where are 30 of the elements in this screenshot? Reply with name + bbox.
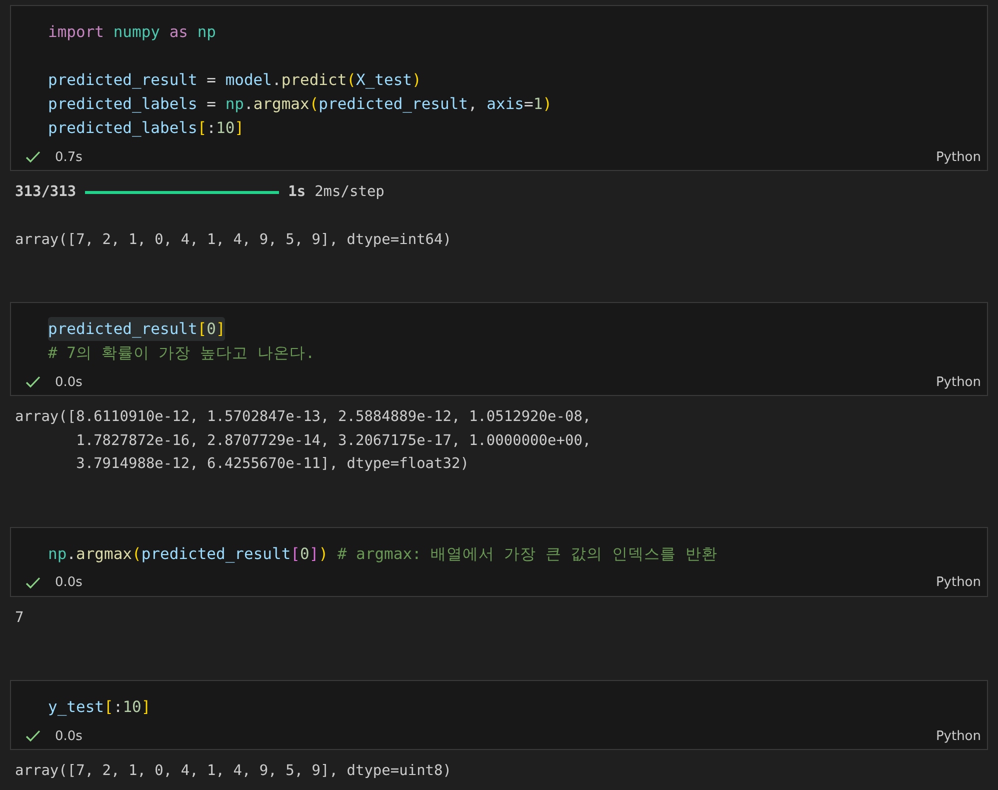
code-line: # 7의 확률이 가장 높다고 나온다.: [48, 343, 315, 364]
language-label[interactable]: Python: [936, 150, 981, 164]
elapsed-time: 1s: [288, 183, 306, 202]
language-label[interactable]: Python: [936, 374, 981, 390]
code-line: predicted_labels[:10]: [48, 118, 244, 139]
execution-time: 0.0s: [55, 728, 84, 744]
checkmark-icon: [25, 375, 41, 389]
code-line: y_test[:10]: [48, 697, 151, 718]
output-text: 7: [15, 608, 24, 628]
checkmark-icon: [25, 150, 41, 164]
code-line: predicted_result = model.predict(X_test): [48, 70, 422, 91]
code-line: predicted_labels = np.argmax(predicted_result, axis=1): [48, 94, 552, 115]
code-cell[interactable]: y_test[:10] 0.0s Python: [10, 680, 988, 750]
checkmark-icon: [25, 576, 41, 590]
execution-time: 0.0s: [55, 374, 84, 390]
execution-time: 0.0s: [55, 575, 84, 590]
language-label[interactable]: Python: [936, 728, 981, 744]
code-line: import numpy as np: [48, 22, 216, 43]
code-line: np.argmax(predicted_result[0]) # argmax: 배열에서 가장 큰 값의 인덱스를 반환: [48, 544, 718, 565]
checkmark-icon: [25, 729, 41, 743]
code-cell[interactable]: predicted_result[0] # 7의 확률이 가장 높다고 나온다. 0.0s Python: [10, 302, 988, 396]
code-cell[interactable]: np.argmax(predicted_result[0]) # argmax: 배열에서 가장 큰 값의 인덱스를 반환 0.0s Python: [10, 526, 988, 596]
step-count: 313/313: [15, 183, 76, 202]
output-text: array([8.6110910e-12, 1.5702847e-13, 2.5884889e-12, 1.0512920e-08, 1.7827872e-16, 2.8707729e-14, 3.2067175e-17, 1.0000000e+00, 3.7914988e-12, 6.4255670e-11], dtype=float32): [15, 408, 592, 474]
output-text: array([7, 2, 1, 0, 4, 1, 4, 9, 5, 9], dtype=uint8): [15, 762, 452, 781]
code-cell[interactable]: import numpy as np predicted_result = model.predict(X_test) predicted_labels = np.argmax(predicted_result, axis=1) predicted_labels[:10] 0.7s Python: [10, 5, 988, 171]
execution-time: 0.7s: [55, 150, 84, 164]
language-label[interactable]: Python: [936, 575, 981, 590]
step-rate: 2ms/step: [314, 183, 384, 202]
output-text: array([7, 2, 1, 0, 4, 1, 4, 9, 5, 9], dtype=int64): [15, 230, 452, 250]
